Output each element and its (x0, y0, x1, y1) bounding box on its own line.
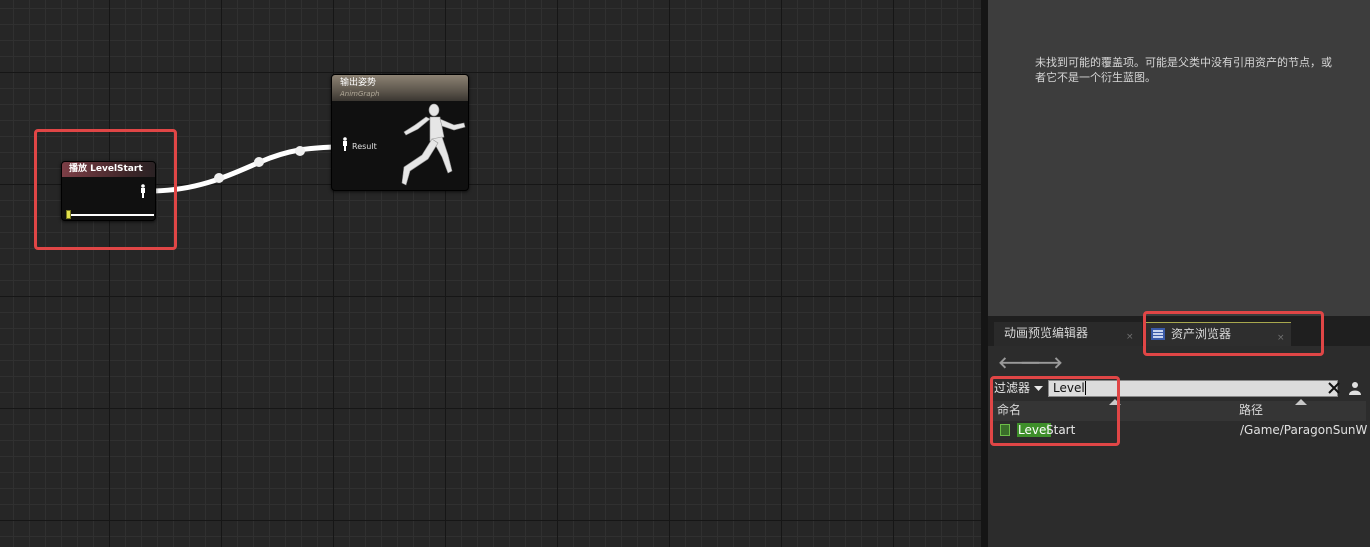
pose-pin-icon[interactable] (341, 137, 349, 151)
close-icon[interactable]: × (1126, 326, 1134, 348)
output-node-header: 输出姿势 AnimGraph (332, 75, 468, 101)
highlight-box (990, 376, 1120, 446)
asset-path: /Game/ParagonSunW (1240, 423, 1368, 437)
forward-arrow-icon[interactable]: 🡒 (1020, 352, 1063, 372)
output-node-subtitle: AnimGraph (340, 90, 380, 98)
result-pin-label: Result (352, 142, 377, 151)
tab-anim-preview-editor[interactable]: 动画预览编辑器 × (994, 322, 1142, 346)
override-panel (988, 0, 1370, 316)
close-icon[interactable] (1328, 382, 1340, 394)
column-path-label: 路径 (1239, 403, 1264, 417)
editor-window: 播放 LevelStart 输出姿势 AnimGraph Result 未找到可… (0, 0, 1370, 547)
output-node-title: 输出姿势 (340, 78, 377, 88)
output-pose-node[interactable]: 输出姿势 AnimGraph Result (331, 74, 469, 191)
no-override-message: 未找到可能的覆盖项。可能是父类中没有引用资产的节点，或者它不是一个衍生蓝图。 (1035, 56, 1332, 84)
anim-graph-canvas[interactable] (0, 0, 981, 547)
sort-ascending-icon (1295, 399, 1307, 405)
runner-icon (401, 103, 466, 186)
person-icon[interactable] (1348, 381, 1362, 395)
panel-splitter[interactable] (981, 0, 988, 547)
tab-label: 动画预览编辑器 (1004, 326, 1089, 340)
highlight-box (1143, 311, 1324, 356)
highlight-box (34, 129, 177, 250)
